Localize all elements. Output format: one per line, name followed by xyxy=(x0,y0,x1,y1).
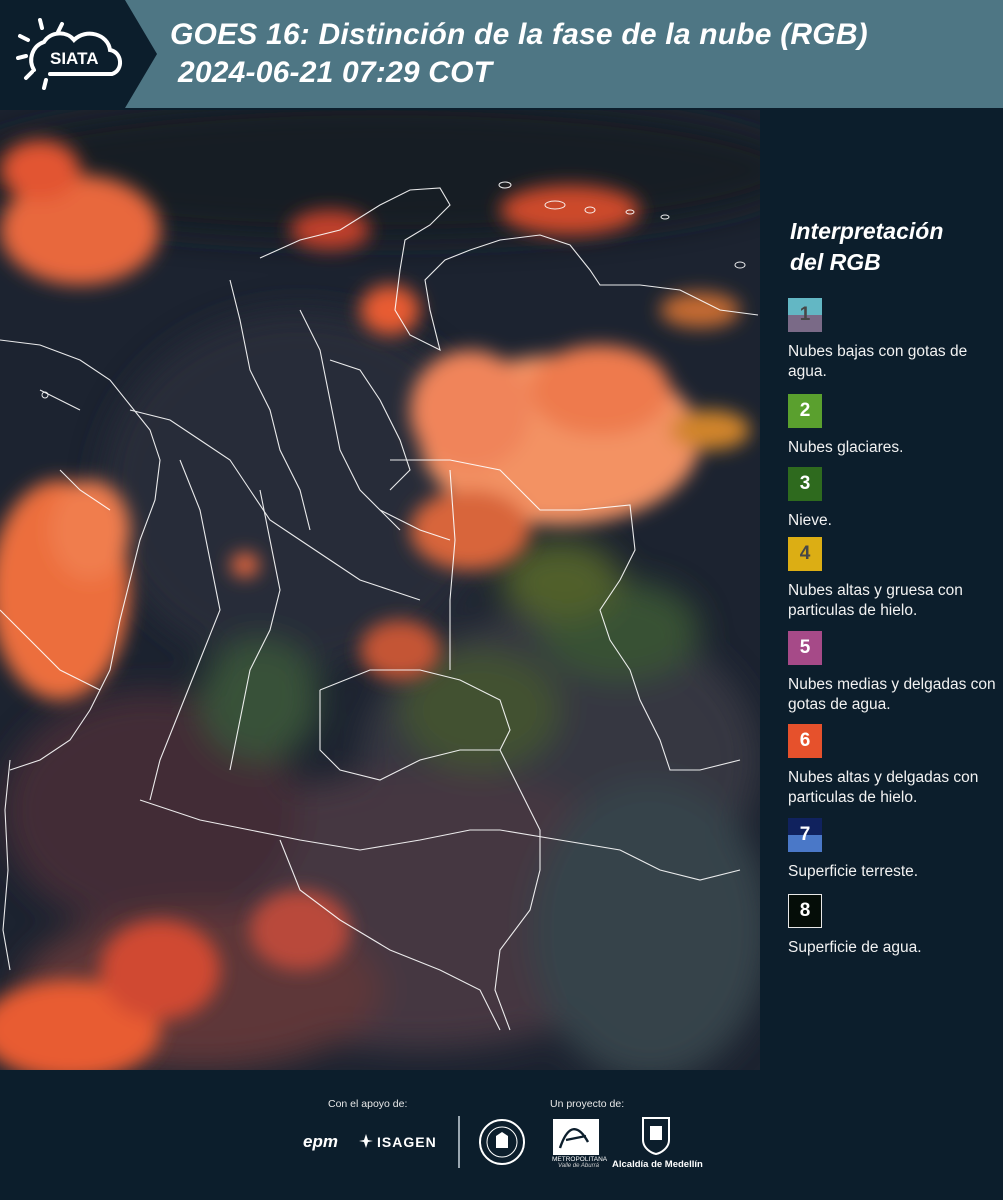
logo-arrow xyxy=(125,0,157,108)
legend-swatch: 3 xyxy=(788,467,822,501)
title-line-2: 2024-06-21 07:29 COT xyxy=(178,56,493,89)
legend-number: 8 xyxy=(799,900,811,921)
legend-description: Nubes altas y gruesa con particulas de h… xyxy=(788,582,963,619)
legend-number: 5 xyxy=(799,637,811,658)
area-metropolitana-icon xyxy=(553,1119,599,1155)
legend-description: Nubes bajas con gotas de agua. xyxy=(788,343,968,380)
legend-swatch: 5 xyxy=(788,631,822,665)
satellite-image xyxy=(0,110,760,1070)
legend-description: Nieve. xyxy=(788,512,832,529)
legend-number: 2 xyxy=(799,400,811,421)
legend-description: Nubes altas y delgadas con particulas de… xyxy=(788,769,979,806)
legend-item: 1 Nubes bajas con gotas de agua. xyxy=(788,298,1000,382)
footer: Con el apoyo de: Un proyecto de: epm ISA… xyxy=(0,1070,1003,1200)
footer-divider xyxy=(458,1116,460,1168)
support-label: Con el apoyo de: xyxy=(328,1098,408,1110)
legend-number: 4 xyxy=(799,543,811,564)
legend-description: Nubes medias y delgadas con gotas de agu… xyxy=(788,676,996,713)
legend-title-line-1: Interpretación xyxy=(790,218,944,244)
logo-panel: SIATA xyxy=(0,0,125,108)
legend-item: 3 Nieve. xyxy=(788,467,1000,531)
alcaldia-label: Alcaldía de Medellín xyxy=(612,1159,703,1170)
isagen-icon xyxy=(359,1134,373,1148)
legend-number: 1 xyxy=(799,304,811,325)
legend-item: 8 Superficie de agua. xyxy=(788,894,1000,958)
satellite-map xyxy=(0,110,760,1070)
legend-swatch: 8 xyxy=(788,894,822,928)
legend-item: 4 Nubes altas y gruesa con particulas de … xyxy=(788,537,1000,621)
legend-title-line-2: del RGB xyxy=(790,249,881,275)
project-label: Un proyecto de: xyxy=(550,1098,625,1110)
legend-item: 2 Nubes glaciares. xyxy=(788,394,1000,458)
header-bar: SIATA GOES 16: Distinción de la fase de … xyxy=(0,0,1003,108)
medellin-shield-icon xyxy=(642,1117,670,1156)
metro-text: METROPOLITANA xyxy=(552,1156,608,1163)
legend-item: 7 Superficie terreste. xyxy=(788,818,1000,882)
university-seal-icon xyxy=(479,1119,525,1165)
legend-item: 5 Nubes medias y delgadas con gotas de ag… xyxy=(788,631,1000,715)
metro-sub: Valle de Aburrá xyxy=(558,1163,599,1169)
legend-swatch: 4 xyxy=(788,537,822,571)
legend-description: Superficie terreste. xyxy=(788,863,919,880)
legend-swatch: 2 xyxy=(788,394,822,428)
title-line-1: GOES 16: Distinción de la fase de la nub… xyxy=(170,18,868,51)
legend-number: 3 xyxy=(799,473,811,494)
legend-number: 6 xyxy=(799,730,811,751)
logo-text: SIATA xyxy=(50,49,98,68)
rgb-legend: Interpretación del RGB 1 Nubes bajas con … xyxy=(762,110,1003,1070)
legend-description: Nubes glaciares. xyxy=(788,439,904,456)
page-title: GOES 16: Distinción de la fase de la nub… xyxy=(170,16,868,92)
legend-swatch: 7 xyxy=(788,818,822,852)
legend-swatch: 1 xyxy=(788,298,822,332)
legend-description: Superficie de agua. xyxy=(788,939,922,956)
legend-title: Interpretación del RGB xyxy=(790,216,943,278)
legend-swatch: 6 xyxy=(788,724,822,758)
epm-logo: epm xyxy=(303,1132,338,1151)
sun-cloud-icon: SIATA xyxy=(16,18,122,90)
legend-item: 6 Nubes altas y delgadas con particulas d… xyxy=(788,724,1000,808)
isagen-logo: ISAGEN xyxy=(377,1134,437,1150)
legend-number: 7 xyxy=(799,824,811,845)
